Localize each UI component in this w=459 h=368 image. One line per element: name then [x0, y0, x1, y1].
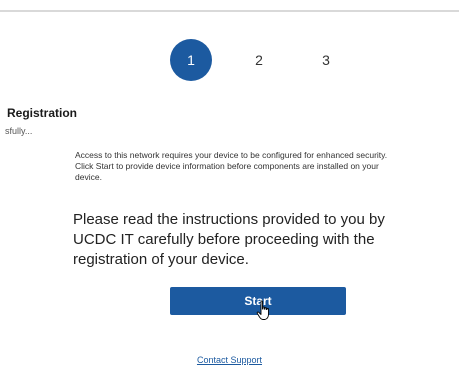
contact-support-link[interactable]: Contact Support — [197, 355, 262, 365]
step-2: 2 — [255, 52, 263, 68]
section-title: Registration — [7, 106, 78, 120]
contact-support-link-wrap: Contact Support — [0, 355, 459, 365]
section-subtitle: sfully... — [5, 126, 33, 136]
step-3: 3 — [322, 52, 330, 68]
network-info-text: Access to this network requires your dev… — [75, 150, 388, 182]
hand-pointer-icon — [256, 300, 269, 320]
step-1: 1 — [170, 39, 212, 81]
instructions-text: Please read the instructions provided to… — [73, 211, 385, 268]
step-indicator: 1 2 3 — [170, 39, 350, 81]
top-divider — [0, 10, 459, 12]
